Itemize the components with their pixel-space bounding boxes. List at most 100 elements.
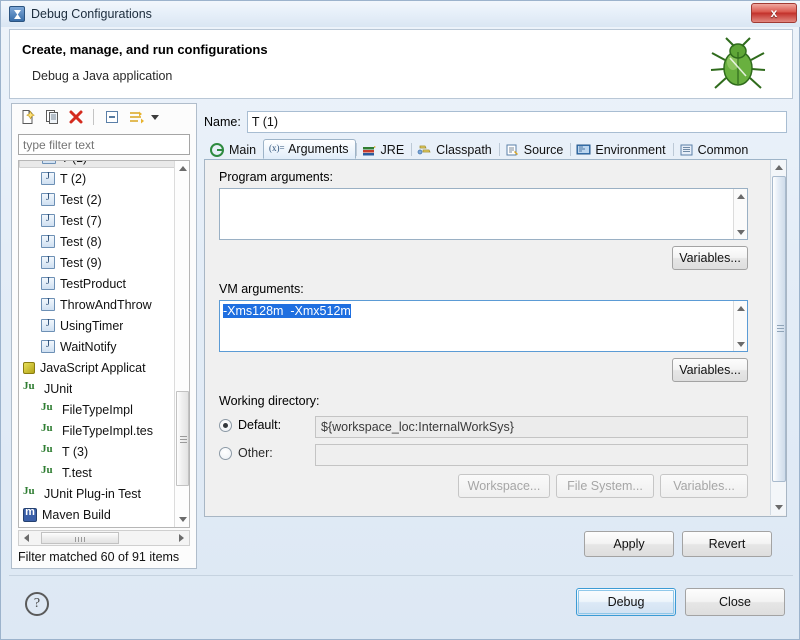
tab-label: Classpath (436, 142, 492, 157)
new-configuration-button[interactable] (17, 107, 38, 127)
tree-item[interactable]: JavaScript Applicat (19, 357, 177, 378)
tree-item[interactable]: Test (8) (19, 231, 177, 252)
default-label: Default: (238, 418, 282, 432)
junit-icon (41, 464, 57, 481)
tree-item[interactable]: T (2) (19, 168, 177, 189)
scroll-down-icon[interactable] (734, 225, 747, 239)
tree-item[interactable]: Maven Build (19, 504, 177, 525)
collapse-all-icon[interactable] (101, 107, 122, 127)
environment-tab-icon (576, 143, 591, 157)
revert-button[interactable]: Revert (682, 531, 772, 557)
program-arguments-scrollbar[interactable] (733, 189, 747, 239)
jre-tab-icon (362, 143, 377, 157)
configurations-toolbar (12, 104, 196, 130)
chevron-down-icon[interactable] (149, 108, 161, 126)
scroll-up-icon[interactable] (771, 160, 786, 175)
scroll-down-icon[interactable] (771, 500, 786, 515)
tree-item[interactable]: Test (7) (19, 210, 177, 231)
working-directory-default-radio[interactable]: Default: (219, 418, 281, 432)
configuration-editor: Name: Main (x)=Arguments JRE Classpath Sourc… (204, 103, 793, 569)
tree-item[interactable]: ThrowAndThrow (19, 294, 177, 315)
scroll-up-icon[interactable] (734, 301, 747, 315)
tree-scroll-thumb[interactable] (176, 391, 189, 486)
scroll-left-icon[interactable] (19, 531, 34, 545)
tree-item-label: FileTypeImpl.tes (62, 423, 154, 438)
page-title: Create, manage, and run configurations (22, 42, 268, 57)
svg-text:(x)=: (x)= (269, 143, 285, 153)
tab-label: Source (523, 142, 564, 157)
tree-item-label: Test (8) (60, 234, 102, 249)
delete-x-icon[interactable] (65, 107, 86, 127)
window-title: Debug Configurations (31, 7, 152, 21)
tree-item[interactable]: T (1) (19, 161, 177, 168)
tree-item[interactable]: Test (9) (19, 252, 177, 273)
tree-horizontal-scrollbar[interactable] (18, 530, 190, 546)
tree-item-label: UsingTimer (60, 318, 124, 333)
source-tab-icon (505, 143, 520, 157)
tab-common[interactable]: Common (672, 139, 756, 159)
configuration-tabs: Main (x)= Arguments JRE Classpath Source Envir… (204, 139, 787, 160)
junit-icon (41, 443, 57, 460)
debug-button[interactable]: Debug (576, 588, 676, 616)
tree-item[interactable]: TestProduct (19, 273, 177, 294)
apply-button[interactable]: Apply (584, 531, 674, 557)
java-application-icon (41, 339, 55, 353)
tab-classpath[interactable]: Classpath (411, 139, 499, 159)
vm-arguments-label: VM arguments: (219, 282, 304, 296)
vm-arguments-variables-button[interactable]: Variables... (672, 358, 748, 382)
radio-indicator (219, 418, 232, 432)
program-arguments-input[interactable] (219, 188, 748, 240)
working-directory-other-radio[interactable]: Other: (219, 446, 273, 460)
arguments-tab-icon: (x)= (269, 142, 285, 156)
tab-source[interactable]: Source (498, 139, 571, 159)
tab-arguments[interactable]: (x)= Arguments (263, 139, 356, 159)
working-directory-variables-button[interactable]: Variables... (660, 474, 748, 498)
close-button[interactable]: Close (685, 588, 785, 616)
tab-label: JRE (380, 142, 405, 157)
scroll-up-icon[interactable] (175, 161, 189, 176)
tree-item[interactable]: FileTypeImpl.tes (19, 420, 177, 441)
tree-item[interactable]: JUnit (19, 378, 177, 399)
vm-arguments-input[interactable]: -Xms128m -Xmx512m (219, 300, 748, 352)
java-application-icon (41, 171, 55, 185)
tree-item-label: Maven Build (42, 507, 111, 522)
tree-item[interactable]: T.test (19, 462, 177, 483)
filter-status-text: Filter matched 60 of 91 items (18, 550, 180, 564)
configuration-name-input[interactable] (246, 111, 787, 133)
tree-item-label: T (3) (62, 444, 89, 459)
vm-arguments-scrollbar[interactable] (733, 301, 747, 351)
workspace-button[interactable]: Workspace... (458, 474, 550, 498)
tree-item-label: TestProduct (60, 276, 127, 291)
page-subtitle: Debug a Java application (32, 69, 173, 83)
tree-hscroll-thumb[interactable] (41, 532, 119, 544)
scroll-down-icon[interactable] (175, 512, 189, 527)
tree-item[interactable]: JUnit Plug-in Test (19, 483, 177, 504)
scroll-right-icon[interactable] (174, 531, 189, 545)
content-vertical-scrollbar[interactable] (770, 160, 786, 515)
program-arguments-variables-button[interactable]: Variables... (672, 246, 748, 270)
tree-item[interactable]: UsingTimer (19, 315, 177, 336)
tree-item-label: JavaScript Applicat (40, 360, 146, 375)
content-scroll-thumb[interactable] (772, 176, 786, 482)
file-system-button[interactable]: File System... (556, 474, 654, 498)
duplicate-configuration-button[interactable] (41, 107, 62, 127)
configurations-tree[interactable]: T (1) T (2) Test (2) Test (7) Test (8) Test (… (18, 160, 190, 528)
java-application-icon (41, 276, 55, 290)
tab-main[interactable]: Main (204, 139, 263, 159)
working-directory-other-input[interactable] (315, 444, 748, 466)
scroll-down-icon[interactable] (734, 337, 747, 351)
tree-item[interactable]: FileTypeImpl (19, 399, 177, 420)
tree-item[interactable]: Test (2) (19, 189, 177, 210)
search-input[interactable] (18, 134, 190, 155)
window-close-button[interactable]: x (751, 3, 797, 23)
tab-environment[interactable]: Environment (570, 139, 672, 159)
tree-item[interactable]: T (3) (19, 441, 177, 462)
tree-item-label: WaitNotify (60, 339, 117, 354)
scroll-up-icon[interactable] (734, 189, 747, 203)
java-application-icon (42, 161, 56, 164)
filter-icon[interactable] (125, 107, 146, 127)
help-icon[interactable]: ? (25, 592, 49, 616)
tree-vertical-scrollbar[interactable] (174, 161, 189, 527)
tree-item[interactable]: WaitNotify (19, 336, 177, 357)
tab-jre[interactable]: JRE (355, 139, 412, 159)
